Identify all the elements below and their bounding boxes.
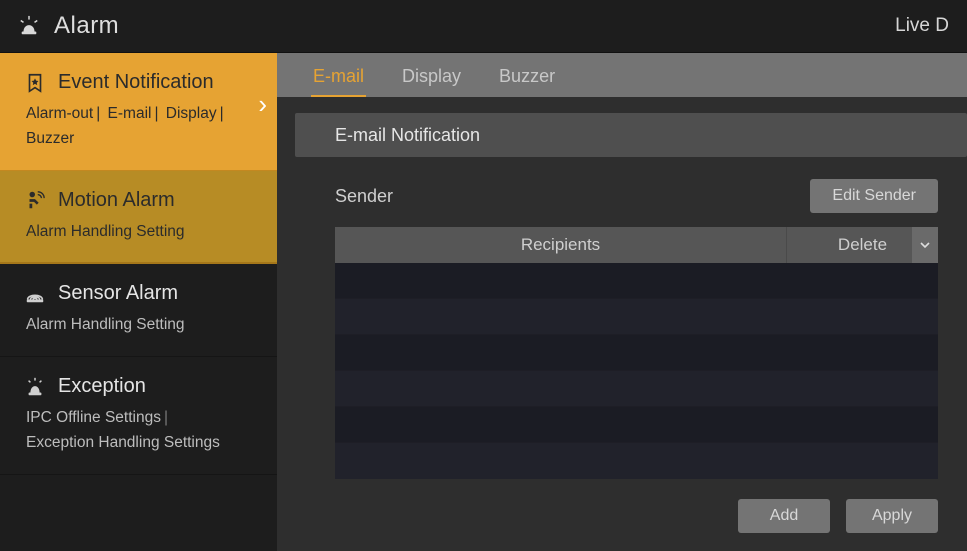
table-row[interactable] — [335, 371, 938, 407]
tab-buzzer[interactable]: Buzzer — [497, 56, 557, 97]
sidebar-sub-link[interactable]: Display — [166, 105, 217, 122]
sidebar-sub-link[interactable]: E-mail — [108, 105, 152, 122]
table-row[interactable] — [335, 263, 938, 299]
recipients-tbody — [335, 263, 938, 479]
tab-email[interactable]: E-mail — [311, 56, 366, 97]
alarm-icon — [18, 15, 40, 37]
sidebar-sub-link[interactable]: Alarm-out — [26, 105, 93, 122]
sidebar-item-event-notification[interactable]: Event Notification Alarm-out| E-mail| Di… — [0, 53, 277, 171]
siren-icon — [24, 376, 46, 398]
chevron-down-icon[interactable] — [912, 227, 938, 263]
bookmark-icon — [24, 72, 46, 94]
sidebar-item-exception[interactable]: Exception IPC Offline Settings| Exceptio… — [0, 357, 277, 475]
section-title: E-mail Notification — [295, 113, 967, 157]
apply-button[interactable]: Apply — [846, 499, 938, 533]
page-title: Alarm — [54, 12, 119, 40]
table-row[interactable] — [335, 299, 938, 335]
sidebar-item-sub: Alarm Handling Setting — [24, 313, 255, 338]
sidebar-item-sensor-alarm[interactable]: Sensor Alarm Alarm Handling Setting — [0, 264, 277, 357]
sidebar-sub-link[interactable]: Exception Handling Settings — [26, 434, 220, 451]
sidebar-item-motion-alarm[interactable]: Motion Alarm Alarm Handling Setting — [0, 171, 277, 265]
sidebar-sub-link[interactable]: Alarm Handling Setting — [26, 316, 185, 333]
table-row[interactable] — [335, 407, 938, 443]
tab-display[interactable]: Display — [400, 56, 463, 97]
sidebar-item-sub: IPC Offline Settings| Exception Handling… — [24, 406, 255, 456]
sidebar-item-title: Sensor Alarm — [58, 282, 178, 305]
sidebar-item-title: Event Notification — [58, 71, 214, 94]
add-button[interactable]: Add — [738, 499, 830, 533]
sidebar: Event Notification Alarm-out| E-mail| Di… — [0, 53, 277, 551]
sidebar-sub-link[interactable]: Alarm Handling Setting — [26, 223, 185, 240]
main-panel: E-mail Display Buzzer E-mail Notificatio… — [277, 53, 967, 551]
table-row[interactable] — [335, 335, 938, 371]
table-row[interactable] — [335, 443, 938, 479]
edit-sender-button[interactable]: Edit Sender — [810, 179, 938, 213]
recipients-table: Recipients Delete — [335, 227, 938, 479]
sidebar-item-title: Motion Alarm — [58, 189, 175, 212]
sidebar-item-sub: Alarm Handling Setting — [24, 220, 255, 245]
header-right-link[interactable]: Live D — [895, 15, 949, 37]
sidebar-sub-link[interactable]: Buzzer — [26, 130, 74, 147]
chevron-right-icon: › — [258, 89, 267, 120]
sidebar-item-title: Exception — [58, 375, 146, 398]
column-recipients: Recipients — [335, 227, 786, 263]
sensor-icon — [24, 283, 46, 305]
sidebar-item-sub: Alarm-out| E-mail| Display| Buzzer — [24, 102, 255, 152]
column-delete-label: Delete — [838, 235, 887, 255]
sender-label: Sender — [335, 186, 393, 207]
motion-icon — [24, 189, 46, 211]
header: Alarm Live D — [0, 0, 967, 53]
tab-bar: E-mail Display Buzzer — [277, 53, 967, 97]
column-delete[interactable]: Delete — [786, 227, 938, 263]
sidebar-sub-link[interactable]: IPC Offline Settings — [26, 409, 161, 426]
